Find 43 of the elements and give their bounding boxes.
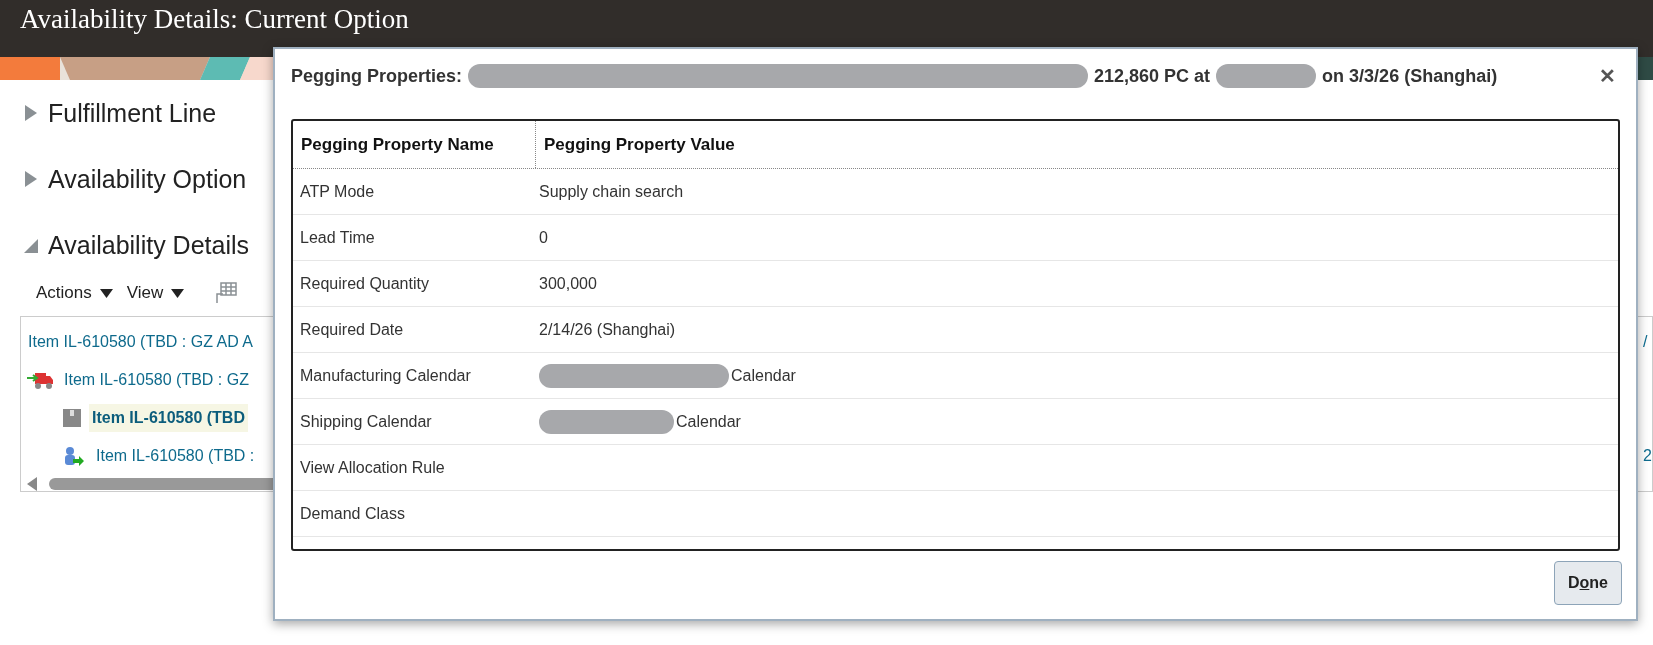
table-cell-text: View Allocation Rule: [299, 457, 446, 478]
detach-table-icon[interactable]: [214, 281, 239, 305]
tree-item[interactable]: Item IL-610580 (TBD : GZ AD A: [25, 328, 256, 356]
table-cell-text: ATP Mode: [299, 181, 376, 202]
section-header[interactable]: Availability Details: [48, 230, 249, 260]
person-icon: [63, 446, 85, 466]
table-cell-text: 300,000: [539, 273, 597, 294]
table-cell-text: Lead Time: [299, 227, 376, 248]
menu-button[interactable]: View: [126, 280, 185, 306]
dropdown-arrow-icon: [99, 288, 113, 298]
tree-item-fragment[interactable]: 2: [1643, 444, 1652, 468]
table-cell-text: Supply chain search: [539, 181, 684, 202]
done-button[interactable]: Done: [1554, 561, 1622, 605]
tree-item[interactable]: Item IL-610580 (TBD: [89, 404, 248, 432]
section-header[interactable]: Availability Option: [48, 164, 247, 194]
table-cell-text: Calendar: [676, 411, 741, 432]
column-header: Pegging Property Name: [293, 121, 536, 168]
expand-icon[interactable]: [24, 171, 38, 187]
table-cell-text: Demand Class: [299, 503, 406, 524]
close-button[interactable]: ✕: [1595, 61, 1620, 91]
table-cell-text: Required Date: [299, 319, 405, 340]
table-cell-text: Calendar: [731, 365, 796, 386]
dialog-title: on 3/3/26 (Shanghai): [1322, 64, 1498, 88]
table-cell-text: Manufacturing Calendar: [299, 365, 472, 386]
page-title: Availability Details: Current Option: [20, 4, 409, 34]
table-cell-text: 2/14/26 (Shanghai): [539, 319, 676, 340]
table-cell-text: 0: [539, 227, 548, 248]
dialog-title: 212,860 PC at: [1094, 64, 1211, 88]
collapse-icon[interactable]: [24, 237, 38, 253]
column-header: Pegging Property Value: [543, 133, 735, 156]
table-cell-text: Required Quantity: [299, 273, 430, 294]
tree-item-fragment[interactable]: /: [1643, 330, 1648, 354]
tree-item[interactable]: Item IL-610580 (TBD :: [93, 442, 258, 470]
truck-icon: [27, 370, 53, 390]
box-icon: [63, 409, 81, 427]
scroll-left-icon[interactable]: [27, 477, 37, 491]
dialog-title: Pegging Properties:: [291, 64, 463, 88]
tree-item[interactable]: Item IL-610580 (TBD : GZ: [61, 366, 252, 394]
menu-button[interactable]: Actions: [36, 280, 113, 306]
table-cell-text: Shipping Calendar: [299, 411, 433, 432]
expand-icon[interactable]: [24, 105, 38, 121]
dropdown-arrow-icon: [171, 288, 185, 298]
section-header[interactable]: Fulfillment Line: [48, 98, 217, 128]
